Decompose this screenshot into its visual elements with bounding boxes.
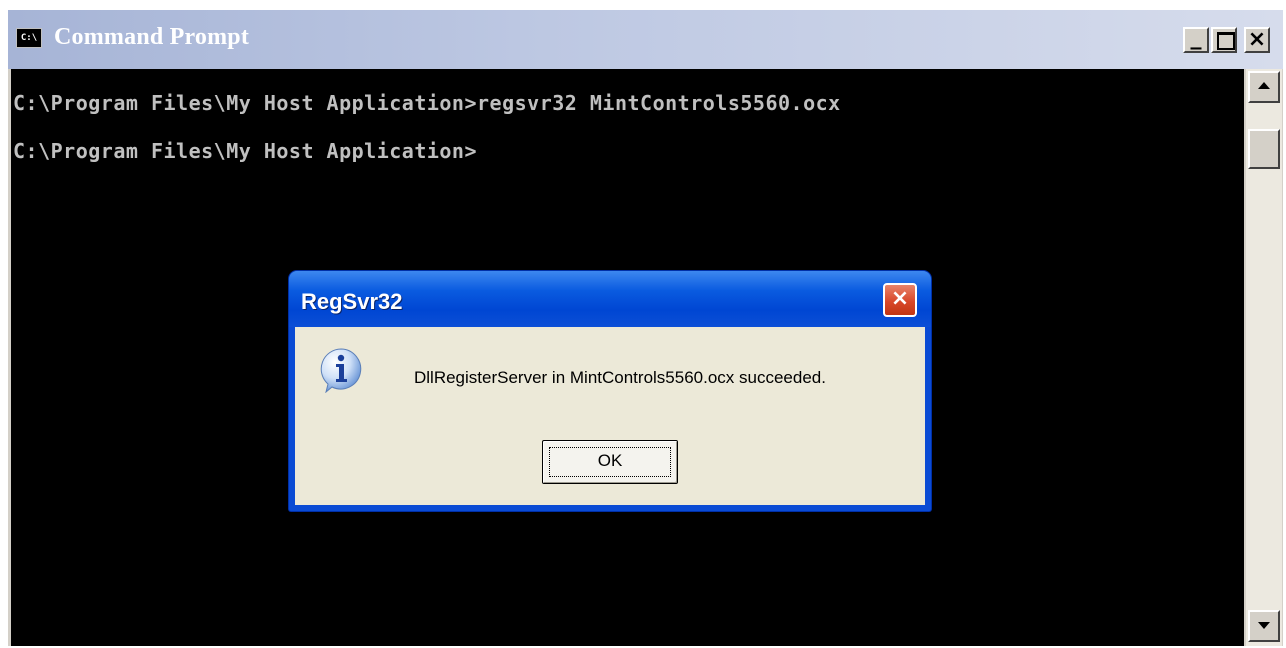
info-icon	[320, 348, 362, 393]
command-prompt-titlebar[interactable]: C:\ Command Prompt _ ×	[8, 10, 1283, 69]
dialog-title: RegSvr32	[301, 289, 403, 314]
console-line: C:\Program Files\My Host Application>	[13, 139, 478, 163]
minimize-button[interactable]: _	[1183, 27, 1209, 53]
vertical-scrollbar[interactable]	[1246, 69, 1282, 646]
ok-button[interactable]: OK	[542, 440, 678, 484]
maximize-button[interactable]	[1211, 27, 1237, 53]
regsvr32-dialog: RegSvr32 × DllRegisterServer in MintCont…	[289, 271, 931, 511]
scroll-down-button[interactable]	[1248, 610, 1280, 642]
scroll-thumb[interactable]	[1248, 129, 1280, 169]
window-title: Command Prompt	[54, 24, 250, 50]
console-line: C:\Program Files\My Host Application>reg…	[13, 91, 841, 115]
dialog-body: DllRegisterServer in MintControls5560.oc…	[295, 327, 925, 505]
console-app-icon[interactable]: C:\	[16, 28, 42, 48]
scroll-up-button[interactable]	[1248, 71, 1280, 103]
ok-button-label: OK	[597, 451, 623, 470]
arrow-down-icon	[1258, 622, 1270, 629]
dialog-close-button[interactable]: ×	[883, 283, 917, 317]
dialog-titlebar[interactable]: RegSvr32 ×	[289, 271, 931, 327]
arrow-up-icon	[1258, 82, 1270, 89]
dialog-message: DllRegisterServer in MintControls5560.oc…	[414, 368, 826, 387]
window-close-button[interactable]: ×	[1244, 27, 1270, 53]
maximize-icon	[1217, 32, 1235, 50]
